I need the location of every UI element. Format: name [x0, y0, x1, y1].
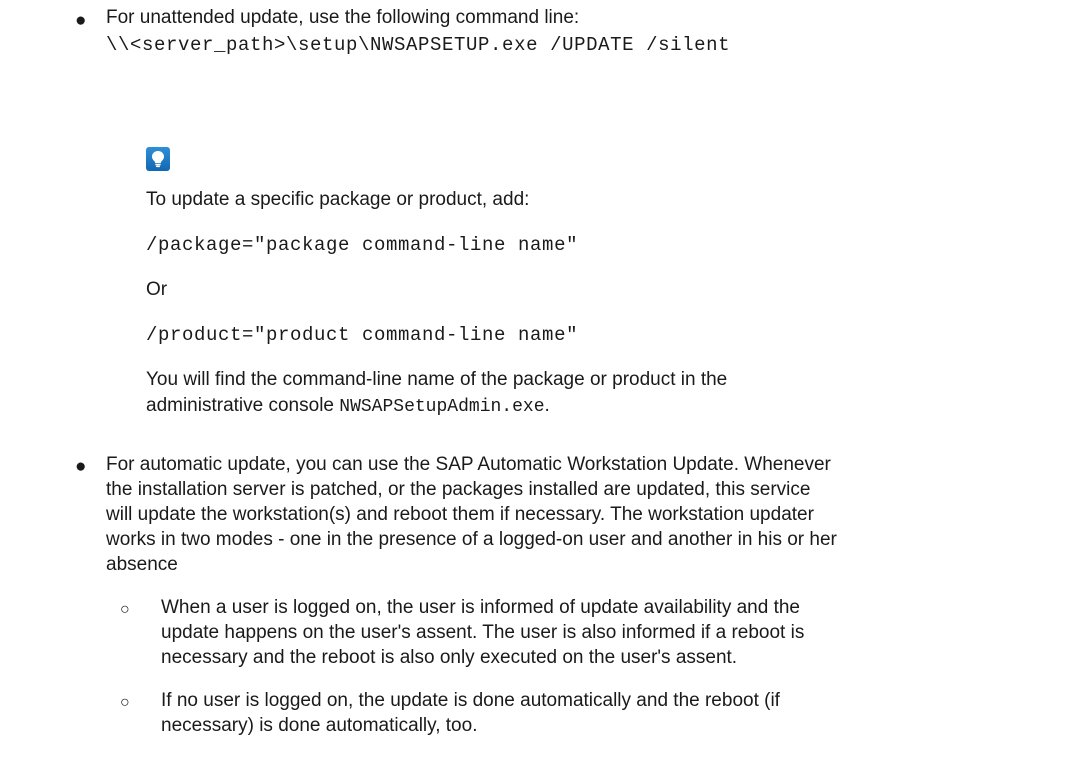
find-name-suffix: . — [544, 395, 550, 416]
bullet-marker: ● — [75, 10, 87, 31]
logged-on-line-2: update happens on the user's assent. The… — [161, 622, 805, 643]
sub-bullet-marker: ○ — [120, 694, 130, 711]
admin-console-filename: NWSAPSetupAdmin.exe — [339, 397, 545, 417]
find-name-line-1: You will find the command-line name of t… — [146, 369, 728, 390]
unattended-update-text: For unattended update, use the following… — [106, 7, 580, 28]
document-page: ● For unattended update, use the followi… — [0, 0, 1089, 761]
logged-on-line-1: When a user is logged on, the user is in… — [161, 597, 800, 618]
sub-bullet-marker: ○ — [120, 601, 130, 618]
no-user-line-2: necessary) is done automatically, too. — [161, 715, 478, 736]
lightbulb-icon — [146, 147, 170, 171]
automatic-update-line-3: will update the workstation(s) and reboo… — [106, 504, 814, 525]
automatic-update-line-2: the installation server is patched, or t… — [106, 479, 811, 500]
no-user-line-1: If no user is logged on, the update is d… — [161, 690, 780, 711]
automatic-update-line-5: absence — [106, 554, 178, 575]
automatic-update-line-4: works in two modes - one in the presence… — [106, 529, 837, 550]
automatic-update-line-1: For automatic update, you can use the SA… — [106, 454, 831, 475]
find-name-line-2: administrative console NWSAPSetupAdmin.e… — [146, 394, 550, 419]
product-argument: /product="product command-line name" — [146, 324, 579, 346]
or-text: Or — [146, 279, 168, 300]
logged-on-line-3: necessary and the reboot is also only ex… — [161, 647, 738, 668]
package-argument: /package="package command-line name" — [146, 234, 579, 256]
find-name-prefix: administrative console — [146, 395, 340, 416]
unattended-update-command: \\<server_path>\setup\NWSAPSETUP.exe /UP… — [106, 34, 731, 56]
bullet-marker: ● — [75, 456, 87, 477]
tip-intro: To update a specific package or product,… — [146, 189, 530, 210]
